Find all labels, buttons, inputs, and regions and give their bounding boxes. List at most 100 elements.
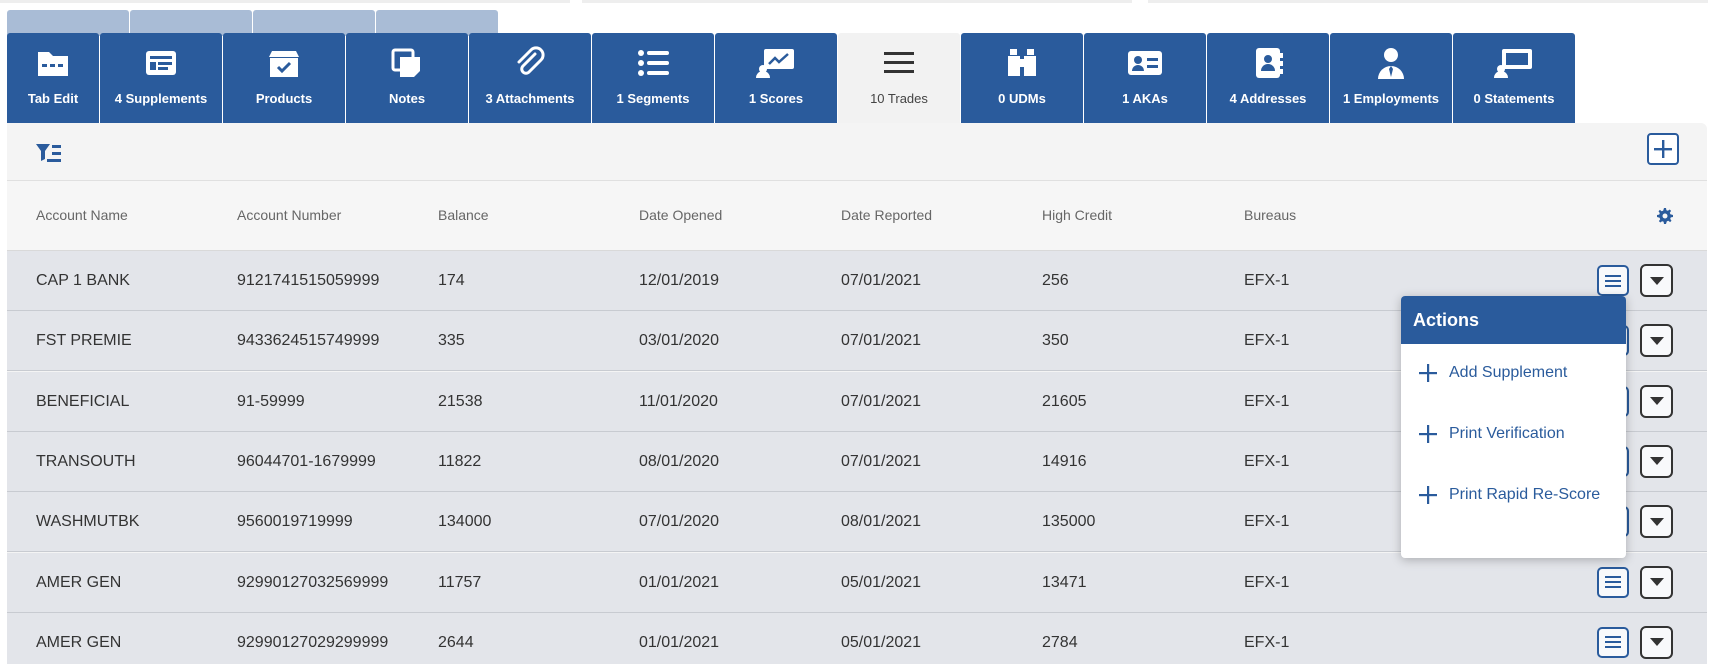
plus-icon xyxy=(1654,140,1672,158)
row-actions-button[interactable] xyxy=(1597,566,1629,598)
account-number-cell: 9433624515749999 xyxy=(237,332,380,350)
tab-label: 1 Segments xyxy=(616,91,690,106)
date-opened-cell: 03/01/2020 xyxy=(639,332,720,350)
tab-segments[interactable]: 1 Segments xyxy=(592,33,714,124)
plus-icon xyxy=(1419,486,1437,504)
balance-cell: 174 xyxy=(438,272,465,289)
gear-icon[interactable] xyxy=(1657,208,1673,224)
tab-tab-edit[interactable]: Tab Edit xyxy=(7,33,99,124)
tab-trades[interactable]: 10 Trades xyxy=(838,33,960,124)
top-divider xyxy=(1148,0,1708,3)
print-verification-menu-item[interactable]: Print Verification xyxy=(1419,425,1565,443)
bureaus-cell: EFX-1 xyxy=(1244,272,1290,289)
account-name-cell: AMER GEN xyxy=(36,573,122,591)
caret-down-icon xyxy=(1649,397,1664,406)
tab-addresses[interactable]: 4 Addresses xyxy=(1207,33,1329,124)
account-name-cell: TRANSOUTH xyxy=(36,452,136,470)
tab-statements[interactable]: 0 Statements xyxy=(1453,33,1575,124)
add-trade-button[interactable] xyxy=(1647,133,1679,165)
row-expand-button[interactable] xyxy=(1640,444,1673,478)
column-header-bureaus[interactable]: Bureaus xyxy=(1244,207,1296,223)
list-card-icon xyxy=(144,45,178,81)
row-expand-button[interactable] xyxy=(1640,625,1673,659)
date-reported-cell: 08/01/2021 xyxy=(841,513,922,531)
high-credit-cell: 256 xyxy=(1042,272,1069,289)
table-row[interactable]: AMER GEN 92990127032569999 11757 01/01/2021… xyxy=(7,552,1707,613)
column-header-date-reported[interactable]: Date Reported xyxy=(841,207,932,223)
list-icon xyxy=(636,45,670,81)
date-opened-cell: 11/01/2020 xyxy=(639,392,718,410)
menu-item-label: Add Supplement xyxy=(1449,364,1568,381)
tab-label: 1 AKAs xyxy=(1122,91,1168,106)
column-header-date-opened[interactable]: Date Opened xyxy=(639,207,722,223)
date-opened-cell: 01/01/2021 xyxy=(639,633,720,651)
account-name-cell: AMER GEN xyxy=(36,633,122,651)
balance-cell: 2644 xyxy=(438,633,474,651)
tab-akas[interactable]: 1 AKAs xyxy=(1084,33,1206,124)
balance-cell: 11757 xyxy=(438,573,482,591)
tab-products[interactable]: Products xyxy=(223,33,345,124)
date-opened-cell: 07/01/2020 xyxy=(639,513,720,531)
box-check-icon xyxy=(267,45,301,81)
tab-attachments[interactable]: 3 Attachments xyxy=(469,33,591,124)
tab-scores[interactable]: 1 Scores xyxy=(715,33,837,124)
column-header-account-name[interactable]: Account Name xyxy=(36,207,128,223)
bureaus-cell: EFX-1 xyxy=(1244,332,1290,350)
plus-icon xyxy=(1419,425,1437,443)
print-rapid-rescore-menu-item[interactable]: Print Rapid Re-Score xyxy=(1419,486,1600,504)
bureaus-cell: EFX-1 xyxy=(1244,633,1290,651)
chart-screen-icon xyxy=(756,45,796,81)
row-expand-button[interactable] xyxy=(1640,384,1673,418)
tab-supplements[interactable]: 4 Supplements xyxy=(100,33,222,124)
tab-employments[interactable]: 1 Employments xyxy=(1330,33,1452,124)
folder-icon xyxy=(36,45,70,81)
tab-label: 3 Attachments xyxy=(485,91,575,106)
account-name-cell: BENEFICIAL xyxy=(36,392,130,410)
high-credit-cell: 2784 xyxy=(1042,633,1078,651)
add-supplement-menu-item[interactable]: Add Supplement xyxy=(1419,364,1567,382)
address-book-icon xyxy=(1251,45,1285,81)
bureaus-cell: EFX-1 xyxy=(1244,452,1290,470)
row-expand-button[interactable] xyxy=(1640,565,1673,599)
caret-down-icon xyxy=(1649,276,1664,285)
account-number-cell: 91-59999 xyxy=(237,392,305,410)
menu-lines-icon xyxy=(882,45,916,81)
notes-icon xyxy=(390,45,424,81)
account-number-cell: 92990127029299999 xyxy=(237,633,389,651)
tab-label: Notes xyxy=(388,91,426,106)
account-name-cell: CAP 1 BANK xyxy=(36,272,130,289)
column-header-high-credit[interactable]: High Credit xyxy=(1042,207,1112,223)
column-header-balance[interactable]: Balance xyxy=(438,207,489,223)
date-opened-cell: 12/01/2019 xyxy=(639,272,720,289)
row-actions-button[interactable] xyxy=(1597,626,1629,658)
row-expand-button[interactable] xyxy=(1640,505,1673,539)
menu-item-label: Print Verification xyxy=(1449,425,1565,442)
row-expand-button[interactable] xyxy=(1640,324,1673,358)
date-reported-cell: 07/01/2021 xyxy=(841,272,922,289)
row-actions-button[interactable] xyxy=(1597,265,1629,296)
caret-down-icon xyxy=(1649,578,1664,586)
tab-notes[interactable]: Notes xyxy=(346,33,468,124)
balance-cell: 134000 xyxy=(438,513,492,531)
tab-udms[interactable]: 0 UDMs xyxy=(961,33,1083,124)
date-reported-cell: 05/01/2021 xyxy=(841,573,922,591)
column-header-account-number[interactable]: Account Number xyxy=(237,207,341,223)
tab-label: Products xyxy=(255,91,313,106)
table-row[interactable]: AMER GEN 92990127029299999 2644 01/01/2021 0… xyxy=(7,612,1707,664)
filter-list-icon[interactable] xyxy=(35,141,63,165)
paperclip-icon xyxy=(513,45,547,81)
top-divider xyxy=(582,0,1132,3)
date-reported-cell: 07/01/2021 xyxy=(841,332,922,350)
actions-menu-title: Actions xyxy=(1401,296,1626,344)
high-credit-cell: 350 xyxy=(1042,332,1069,350)
menu-item-label: Print Rapid Re-Score xyxy=(1449,486,1601,503)
bureaus-cell: EFX-1 xyxy=(1244,573,1290,591)
tab-label: 0 UDMs xyxy=(998,91,1046,106)
user-tie-icon xyxy=(1374,45,1408,81)
balance-cell: 21538 xyxy=(438,392,483,410)
menu-icon xyxy=(1605,576,1621,588)
tab-label: 10 Trades xyxy=(870,91,928,106)
row-expand-button[interactable] xyxy=(1640,264,1673,297)
menu-icon xyxy=(1605,274,1621,287)
tab-label: 4 Addresses xyxy=(1229,91,1307,106)
